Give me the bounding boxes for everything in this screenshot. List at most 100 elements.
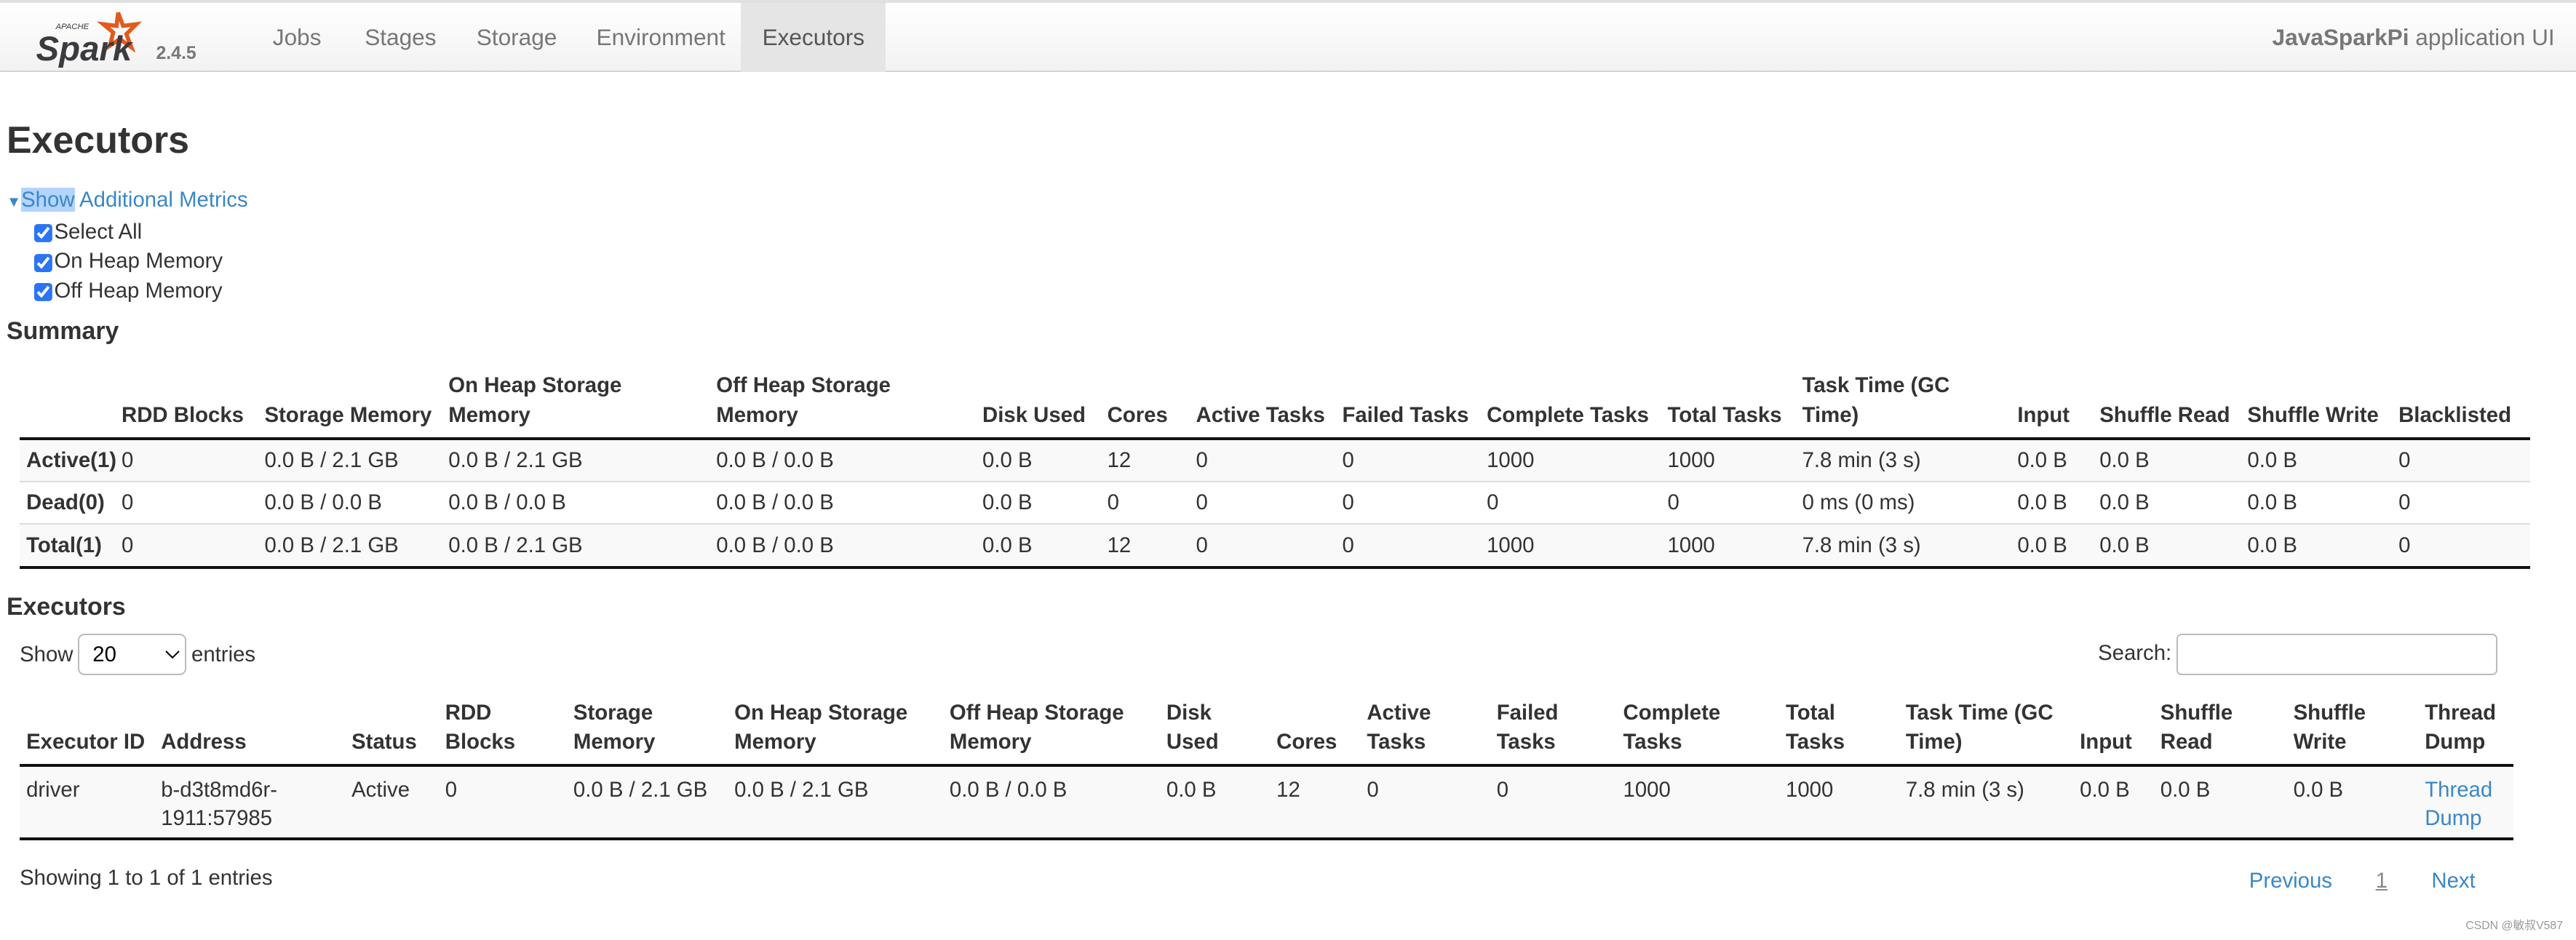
table-cell: 0.0 B / 0.0 B [942, 764, 1160, 841]
table-cell: 0.0 B / 0.0 B [709, 437, 977, 482]
table-cell: 12 [1100, 437, 1190, 482]
table-cell: 0 [115, 480, 258, 525]
summary-row: Total(1) 0 0.0 B / 2.1 GB 0.0 B / 2.1 GB 0.0… [20, 523, 2530, 569]
column-header[interactable]: Storage Memory [258, 371, 442, 440]
tab-environment[interactable]: Environment [575, 3, 747, 72]
toggle-label-selected: Show [21, 188, 75, 212]
next-page-button[interactable]: Next [2431, 869, 2475, 893]
column-header[interactable] [20, 371, 116, 440]
executor-row: driver b-d3t8md6r-1911:57985 Active 0 0.0 B … [20, 764, 2514, 841]
column-header[interactable]: Executor ID [20, 698, 155, 767]
table-cell: 0.0 B [2011, 480, 2094, 525]
show-additional-metrics-toggle[interactable]: ▼Show Additional Metrics [7, 188, 248, 212]
column-header[interactable]: Shuffle Read [2153, 698, 2287, 767]
watermark: CSDN @敏叔V587 [2465, 920, 2564, 933]
app-title-suffix: application UI [2409, 24, 2555, 50]
checkbox-label: Off Heap Memory [54, 279, 223, 303]
spark-logo[interactable]: Spark APACHE [33, 9, 151, 68]
table-cell: 0.0 B / 0.0 B [258, 480, 442, 525]
page-size-select[interactable]: 20 [78, 634, 187, 675]
thread-dump-link[interactable]: Thread Dump [2425, 778, 2492, 829]
table-cell: 0.0 B [2093, 523, 2241, 569]
executors-title: Executors [7, 593, 126, 621]
column-header[interactable]: On Heap Storage Memory [728, 698, 943, 767]
off-heap-memory-option[interactable]: Off Heap Memory [34, 276, 247, 306]
column-header[interactable]: Total Tasks [1779, 698, 1899, 767]
on-heap-memory-checkbox[interactable] [34, 253, 55, 274]
select-all-option[interactable]: Select All [34, 218, 247, 247]
page-length-control: Show 20 entries [20, 634, 256, 675]
column-header[interactable]: Thread Dump [2418, 698, 2514, 767]
column-header[interactable]: On Heap Storage Memory [442, 371, 710, 440]
toggle-label: Additional Metrics [74, 188, 248, 212]
select-all-checkbox[interactable] [34, 223, 55, 244]
tab-stages[interactable]: Stages [343, 3, 458, 72]
summary-row: Active(1) 0 0.0 B / 2.1 GB 0.0 B / 2.1 GB 0.… [20, 437, 2530, 482]
table-cell: 7.8 min (3 s) [1899, 764, 2074, 841]
column-header[interactable]: Shuffle Write [2241, 371, 2393, 440]
column-header[interactable]: RDD Blocks [115, 371, 258, 440]
column-header[interactable]: Storage Memory [566, 698, 728, 767]
column-header[interactable]: Cores [1100, 371, 1190, 440]
column-header[interactable]: Input [2011, 371, 2094, 440]
summary-table: RDD Blocks Storage Memory On Heap Storage … [20, 371, 2530, 569]
svg-text:APACHE: APACHE [55, 23, 90, 31]
table-cell: 0.0 B [2286, 764, 2419, 841]
tab-storage[interactable]: Storage [455, 3, 578, 72]
column-header[interactable]: Task Time (GC Time) [1795, 371, 2011, 440]
column-header[interactable]: Failed Tasks [1335, 371, 1481, 440]
table-cell: 7.8 min (3 s) [1795, 523, 2011, 569]
column-header[interactable]: Shuffle Read [2093, 371, 2241, 440]
table-cell: 0 [115, 437, 258, 482]
table-cell: 0.0 B / 2.1 GB [258, 437, 442, 482]
tab-executors[interactable]: Executors [741, 3, 886, 72]
table-cell: 0 [1480, 480, 1661, 525]
table-cell: 0 [1661, 480, 1796, 525]
on-heap-memory-option[interactable]: On Heap Memory [34, 247, 247, 276]
table-cell: 0 [2392, 437, 2530, 482]
column-header[interactable]: Address [154, 698, 346, 767]
search-input[interactable] [2177, 634, 2497, 675]
table-cell: 0.0 B / 0.0 B [442, 480, 710, 525]
column-header[interactable]: RDD Blocks [438, 698, 567, 767]
previous-page-button[interactable]: Previous [2249, 869, 2332, 893]
table-info: Showing 1 to 1 of 1 entries [20, 865, 273, 890]
column-header[interactable]: Complete Tasks [1480, 371, 1661, 440]
app-title: JavaSparkPi application UI [2273, 3, 2555, 72]
off-heap-memory-checkbox[interactable] [34, 283, 55, 303]
column-header[interactable]: Active Tasks [1360, 698, 1490, 767]
column-header[interactable]: Disk Used [1159, 698, 1271, 767]
column-header[interactable]: Disk Used [976, 371, 1101, 440]
column-header[interactable]: Off Heap Storage Memory [709, 371, 977, 440]
column-header[interactable]: Complete Tasks [1616, 698, 1779, 767]
table-cell: Active [345, 764, 439, 841]
column-header[interactable]: Input [2073, 698, 2154, 767]
table-cell: 0 [1189, 480, 1336, 525]
column-header[interactable]: Task Time (GC Time) [1899, 698, 2074, 767]
page-1-button[interactable]: 1 [2376, 869, 2388, 893]
tab-jobs[interactable]: Jobs [251, 3, 342, 72]
table-cell: 0.0 B [976, 480, 1101, 525]
table-cell: 1000 [1779, 764, 1899, 841]
column-header[interactable]: Cores [1270, 698, 1361, 767]
table-cell: Thread Dump [2418, 764, 2514, 841]
column-header[interactable]: Active Tasks [1189, 371, 1336, 440]
checkbox-label: On Heap Memory [54, 249, 223, 274]
table-cell: 0 [2392, 523, 2530, 569]
column-header[interactable]: Shuffle Write [2286, 698, 2419, 767]
table-cell: 0.0 B [976, 437, 1101, 482]
column-header[interactable]: Blacklisted [2392, 371, 2530, 440]
row-label: Total(1) [20, 523, 116, 569]
column-header[interactable]: Failed Tasks [1490, 698, 1617, 767]
table-cell: 0 [1189, 437, 1336, 482]
table-cell: 1000 [1480, 523, 1661, 569]
table-cell: 0 [115, 523, 258, 569]
table-cell: 1000 [1616, 764, 1779, 841]
column-header[interactable]: Off Heap Storage Memory [942, 698, 1160, 767]
column-header[interactable]: Status [345, 698, 439, 767]
column-header[interactable]: Total Tasks [1661, 371, 1796, 440]
table-cell: 0.0 B [2093, 480, 2241, 525]
table-cell: 1000 [1661, 437, 1796, 482]
entries-label: entries [191, 642, 256, 666]
table-cell: 0.0 B / 2.1 GB [258, 523, 442, 569]
